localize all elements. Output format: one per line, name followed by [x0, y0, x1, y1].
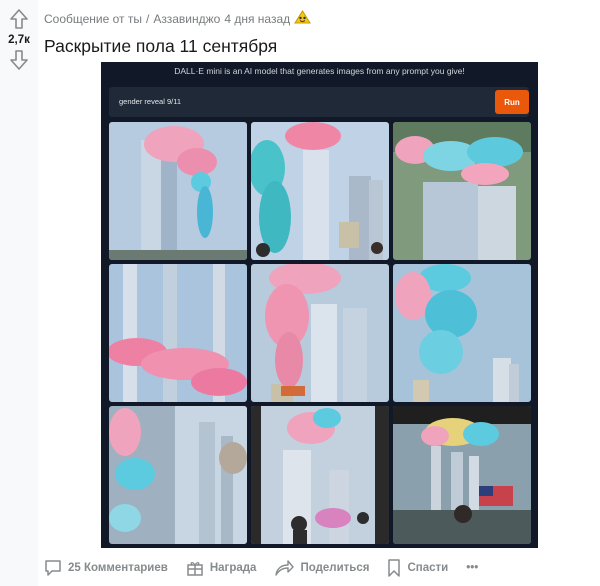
upvote-icon[interactable]: [8, 8, 30, 30]
more-options-button[interactable]: •••: [466, 562, 478, 574]
vote-score: 2,7к: [8, 34, 30, 46]
share-label: Поделиться: [300, 562, 370, 574]
generated-image: [251, 406, 389, 544]
award-button[interactable]: Награда: [186, 559, 257, 577]
prompt-text: gender reveal 9/11: [119, 97, 181, 106]
generated-image: [393, 264, 531, 402]
generated-image: [251, 264, 389, 402]
comments-label: 25 Комментариев: [68, 562, 168, 574]
generated-image: [109, 406, 247, 544]
post-actions: 25 Комментариев Награда Поделиться Спаст…: [44, 556, 496, 580]
post-source: Сообщение от ты: [44, 12, 142, 26]
prompt-input: gender reveal 9/11 Run: [109, 87, 529, 117]
bookmark-icon: [388, 559, 401, 577]
vote-column: 2,7к: [0, 0, 38, 586]
gift-icon: [187, 562, 203, 576]
share-button[interactable]: Поделиться: [274, 559, 369, 577]
post-image[interactable]: DALL·E mini is an AI model that generate…: [101, 62, 538, 548]
meta-separator: /: [146, 12, 150, 26]
run-button: Run: [495, 90, 529, 114]
dalle-header: DALL·E mini is an AI model that generate…: [174, 66, 465, 76]
comment-icon: [45, 560, 61, 576]
generated-image: [109, 264, 247, 402]
post-meta: Сообщение от ты / Аззавинджо 4 дня назад: [44, 10, 312, 28]
award-flair-icon: [294, 10, 312, 28]
image-grid: [109, 122, 531, 546]
generated-image: [251, 122, 389, 260]
more-icon: •••: [466, 562, 479, 574]
generated-image: [393, 406, 531, 544]
post-title[interactable]: Раскрытие пола 11 сентября: [44, 36, 277, 57]
share-icon: [275, 560, 295, 576]
save-button[interactable]: Спасти: [387, 559, 448, 577]
downvote-icon[interactable]: [8, 49, 30, 71]
post-time: 4 дня назад: [224, 12, 291, 26]
generated-image: [393, 122, 531, 260]
generated-image: [109, 122, 247, 260]
save-label: Спасти: [407, 562, 449, 574]
award-label: Награда: [209, 562, 257, 574]
author-link[interactable]: Аззавинджо: [153, 12, 220, 26]
comments-button[interactable]: 25 Комментариев: [44, 559, 168, 577]
